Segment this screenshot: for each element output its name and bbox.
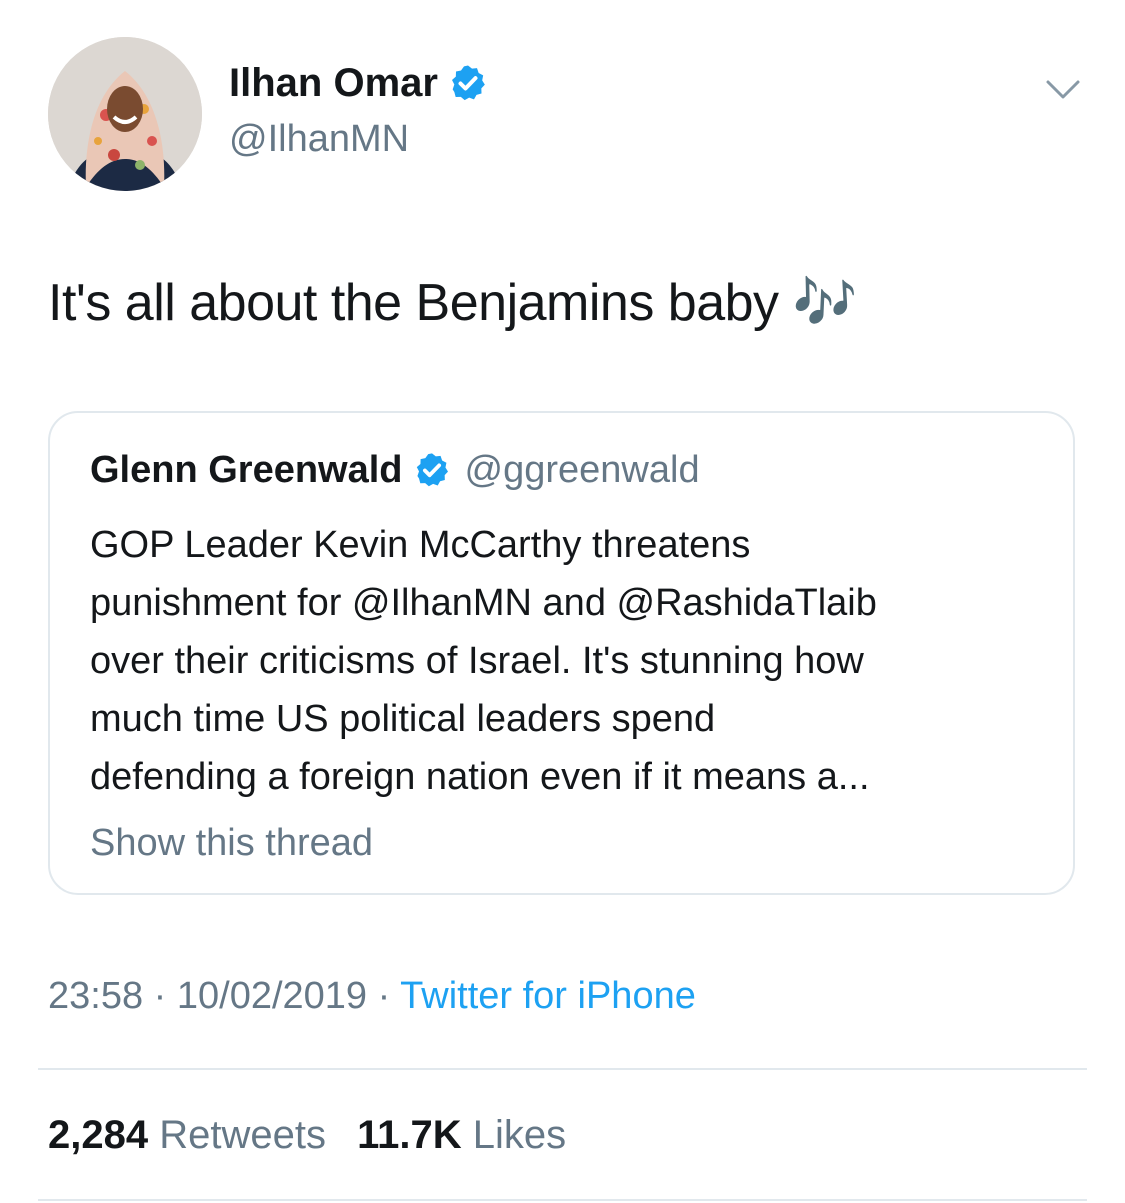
tweet-text: It's all about the Benjamins baby 🎶 (48, 274, 857, 332)
retweets-label: Retweets (159, 1113, 326, 1157)
chevron-down-icon[interactable] (1045, 78, 1081, 102)
divider (38, 1068, 1087, 1070)
divider (38, 1199, 1087, 1201)
author-handle[interactable]: @IlhanMN (229, 115, 409, 163)
meta-separator: · (153, 975, 167, 1017)
verified-badge-icon (413, 451, 451, 489)
meta-separator: · (377, 975, 391, 1017)
author-avatar[interactable] (48, 37, 202, 191)
verified-badge-icon (448, 63, 488, 103)
tweet-date: 10/02/2019 (176, 975, 368, 1017)
quoted-author-handle: @ggreenwald (464, 449, 700, 491)
likes-stat[interactable]: 11.7K Likes (357, 1113, 566, 1157)
quoted-tweet-text: GOP Leader Kevin McCarthy threatens puni… (90, 516, 1050, 806)
quoted-tweet-line: punishment for @IlhanMN and @RashidaTlai… (90, 582, 877, 624)
quoted-tweet-line: GOP Leader Kevin McCarthy threatens (90, 524, 751, 566)
quoted-tweet-card[interactable]: Glenn Greenwald @ggreenwald GOP Leader K… (48, 411, 1075, 895)
show-thread-link[interactable]: Show this thread (90, 818, 373, 868)
tweet-meta: 23:58 · 10/02/2019 · Twitter for iPhone (48, 971, 696, 1021)
tweet-source-link[interactable]: Twitter for iPhone (400, 975, 696, 1017)
tweet-stats: 2,284 Retweets 11.7K Likes (48, 1109, 586, 1161)
author-name[interactable]: Ilhan Omar (229, 58, 438, 108)
quoted-author-name: Glenn Greenwald (90, 449, 403, 491)
quoted-tweet-line: much time US political leaders spend (90, 698, 716, 740)
profile-photo-icon (48, 37, 202, 191)
retweets-stat[interactable]: 2,284 Retweets (48, 1113, 326, 1157)
tweet-time: 23:58 (48, 975, 144, 1017)
quoted-tweet-header: Glenn Greenwald @ggreenwald (90, 446, 700, 494)
retweets-count: 2,284 (48, 1113, 149, 1157)
quoted-tweet-line: defending a foreign nation even if it me… (90, 756, 870, 798)
likes-count: 11.7K (357, 1113, 462, 1157)
likes-label: Likes (472, 1113, 567, 1157)
quoted-tweet-line: over their criticisms of Israel. It's st… (90, 640, 864, 682)
author-name-row[interactable]: Ilhan Omar (229, 58, 488, 108)
